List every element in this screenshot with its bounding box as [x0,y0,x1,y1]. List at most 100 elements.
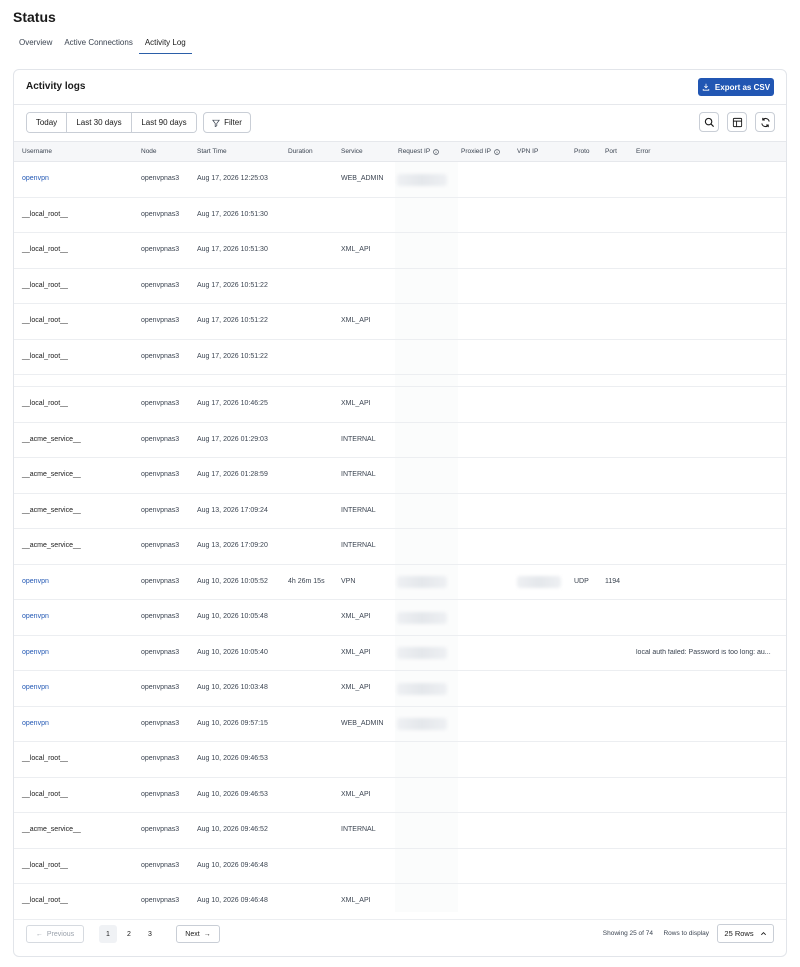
card-title: Activity logs [26,81,86,92]
cell-service: XML_API [341,897,371,905]
page-3-button[interactable]: 3 [141,925,159,943]
col-vpn-ip[interactable]: VPN IP [517,148,538,155]
cell-service: INTERNAL [341,506,376,514]
arrow-left-icon: ← [35,930,43,938]
table-row[interactable]: __local_root__ openvpnas3 Aug 17, 2026 10:… [14,269,786,304]
table-row[interactable]: openvpn openvpnas3 Aug 10, 2026 10:05:48 XM… [14,600,786,636]
table-row[interactable]: openvpn openvpnas3 Aug 17, 2026 12:25:03 WE… [14,162,786,198]
table-row[interactable] [14,375,786,387]
cell-node: openvpnas3 [141,719,180,727]
table-row[interactable]: __local_root__ openvpnas3 Aug 10, 2026 09:… [14,778,786,813]
range-today-button[interactable]: Today [27,113,67,132]
info-icon[interactable] [494,148,500,155]
cell-start: Aug 10, 2026 10:03:48 [197,684,268,692]
table-row[interactable]: __local_root__ openvpnas3 Aug 17, 2026 10:… [14,304,786,340]
cell-user: __acme_service__ [22,506,81,514]
cell-node: openvpnas3 [141,400,180,408]
cell-node: openvpnas3 [141,897,180,905]
cell-node: openvpnas3 [141,613,180,621]
cell-start: Aug 10, 2026 09:57:15 [197,719,268,727]
col-username[interactable]: Username [22,148,52,155]
cell-user: __local_root__ [22,861,68,869]
table-row[interactable]: __local_root__ openvpnas3 Aug 17, 2026 10:… [14,198,786,233]
cell-proto: UDP [574,577,589,585]
columns-button[interactable] [727,112,747,132]
page-2-button[interactable]: 2 [120,925,138,943]
cell-node: openvpnas3 [141,684,180,692]
cell-service: XML_API [341,648,371,656]
previous-label: Previous [46,930,75,938]
cell-node: openvpnas3 [141,648,180,656]
redacted-request-ip [397,647,447,660]
col-service[interactable]: Service [341,148,363,155]
cell-duration: 4h 26m 15s [288,577,325,585]
filter-label: Filter [224,118,242,127]
range-30-days-button[interactable]: Last 30 days [67,113,132,132]
cell-user[interactable]: openvpn [22,578,49,585]
cell-user[interactable]: openvpn [22,613,49,620]
tab-activity-log[interactable]: Activity Log [138,34,192,54]
info-icon[interactable] [433,148,439,155]
cell-user[interactable]: openvpn [22,684,49,691]
activity-logs-card: Activity logs Export as CSV Today Last 3… [13,69,787,957]
table-row[interactable]: __acme_service__ openvpnas3 Aug 17, 2026 0… [14,423,786,458]
filter-button[interactable]: Filter [203,112,251,133]
refresh-button[interactable] [755,112,775,132]
rows-per-page-select[interactable]: 25 Rows [717,924,774,943]
cell-node: openvpnas3 [141,317,180,325]
table-row[interactable]: __acme_service__ openvpnas3 Aug 13, 2026 1… [14,529,786,565]
next-page-button[interactable]: Next → [176,925,220,943]
table-row[interactable]: __local_root__ openvpnas3 Aug 10, 2026 09:… [14,742,786,778]
redacted-request-ip [397,682,447,695]
col-request-ip[interactable]: Request IP [398,148,439,155]
table-row[interactable]: __local_root__ openvpnas3 Aug 17, 2026 10:… [14,233,786,269]
table-row[interactable]: openvpn openvpnas3 Aug 10, 2026 10:05:40 XM… [14,636,786,671]
tab-overview[interactable]: Overview [13,34,58,54]
col-error[interactable]: Error [636,148,650,155]
export-csv-button[interactable]: Export as CSV [698,78,774,96]
col-duration[interactable]: Duration [288,148,313,155]
col-port[interactable]: Port [605,148,617,155]
col-node[interactable]: Node [141,148,157,155]
cell-user[interactable]: openvpn [22,649,49,656]
col-proto[interactable]: Proto [574,148,590,155]
redacted-request-ip [397,173,447,186]
table-row[interactable]: __acme_service__ openvpnas3 Aug 13, 2026 1… [14,494,786,529]
tab-active-connections[interactable]: Active Connections [58,34,138,54]
chevron-up-icon [760,932,766,936]
cell-start: Aug 10, 2026 09:46:53 [197,755,268,763]
table-row[interactable]: openvpn openvpnas3 Aug 10, 2026 10:03:48 XM… [14,671,786,707]
table-row[interactable]: __local_root__ openvpnas3 Aug 17, 2026 10:… [14,387,786,423]
cell-start: Aug 17, 2026 01:28:59 [197,471,268,479]
previous-page-button[interactable]: ← Previous [26,925,84,943]
rows-to-display-label: Rows to display [663,930,709,937]
table-row[interactable]: openvpn openvpnas3 Aug 10, 2026 10:05:52 4h… [14,565,786,600]
page-1-button[interactable]: 1 [99,925,117,943]
redacted-vpn-ip [517,576,561,589]
cell-node: openvpnas3 [141,755,180,763]
cell-start: Aug 17, 2026 10:46:25 [197,400,268,408]
table-row[interactable]: openvpn openvpnas3 Aug 10, 2026 09:57:15 WE… [14,707,786,742]
cell-port: 1194 [605,577,621,585]
cell-service: WEB_ADMIN [341,719,384,727]
cell-service: VPN [341,577,356,585]
table-row[interactable]: __local_root__ openvpnas3 Aug 10, 2026 09:… [14,849,786,884]
pagination: ← Previous 1 2 3 Next → Showing 25 of 74… [14,914,786,956]
col-start-time[interactable]: Start Time [197,148,227,155]
cell-start: Aug 13, 2026 17:09:20 [197,542,268,550]
search-button[interactable] [699,112,719,132]
rows-per-page-value: 25 Rows [724,929,754,938]
col-proxied-ip[interactable]: Proxied IP [461,148,500,155]
cell-node: openvpnas3 [141,861,180,869]
cell-start: Aug 17, 2026 01:29:03 [197,435,268,443]
cell-user[interactable]: openvpn [22,720,49,727]
table-row[interactable]: __acme_service__ openvpnas3 Aug 17, 2026 0… [14,458,786,494]
cell-node: openvpnas3 [141,246,180,254]
table-row[interactable]: __acme_service__ openvpnas3 Aug 10, 2026 0… [14,813,786,849]
cell-start: Aug 17, 2026 10:51:22 [197,352,268,360]
table-row[interactable]: __local_root__ openvpnas3 Aug 17, 2026 10:… [14,340,786,375]
next-label: Next [185,930,200,938]
cell-user[interactable]: openvpn [22,175,49,182]
range-90-days-button[interactable]: Last 90 days [132,113,196,132]
cell-user: __acme_service__ [22,542,81,550]
